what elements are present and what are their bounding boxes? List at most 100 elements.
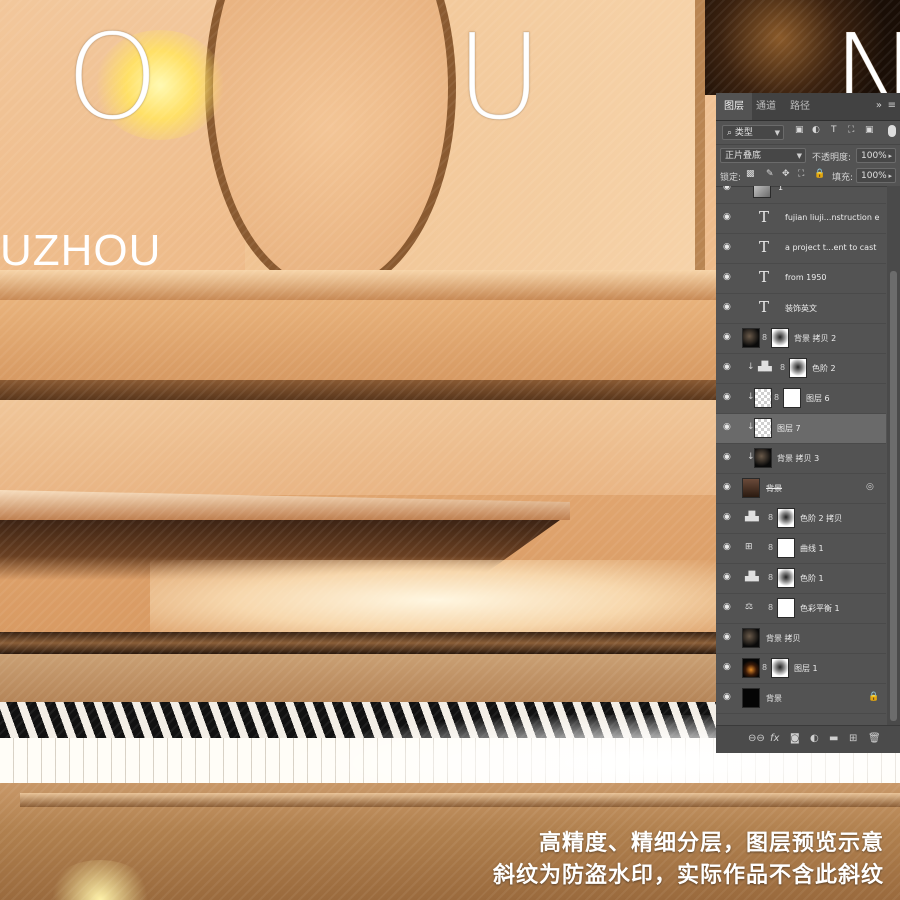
subtitle-text: UZHOU xyxy=(0,226,162,275)
filter-smart-object-icon[interactable]: ▣ xyxy=(865,125,874,135)
trash-icon[interactable]: 🗑 xyxy=(868,733,881,744)
layer-row[interactable]: ◉ ▟▙ 8 色阶 2 拷贝 xyxy=(716,504,886,534)
eye-icon[interactable]: ◉ xyxy=(723,543,734,552)
eye-icon[interactable]: ◉ xyxy=(723,186,734,192)
add-mask-icon[interactable]: ◙ xyxy=(790,733,800,744)
opacity-field[interactable]: 100% ▸ xyxy=(856,148,896,163)
eye-icon[interactable]: ◉ xyxy=(723,453,734,462)
eye-icon[interactable]: ◉ xyxy=(723,363,734,372)
layer-row[interactable]: ◉ 背景 ◎ xyxy=(716,474,886,504)
fx-icon[interactable]: fx xyxy=(868,186,877,187)
filter-pixel-icon[interactable]: ▣ xyxy=(795,125,804,135)
eye-icon[interactable]: ◉ xyxy=(723,243,734,252)
eye-icon[interactable]: ◉ xyxy=(723,333,734,342)
filter-toggle[interactable] xyxy=(888,125,896,137)
fill-field[interactable]: 100% ▸ xyxy=(856,168,896,183)
layer-row[interactable]: ◉ ↓ 背景 拷贝 3 xyxy=(716,444,886,474)
lock-row: 锁定: ▩ ✎ ✥ ⛶ 🔒 填充: 100% ▸ xyxy=(716,166,900,187)
layer-row-text[interactable]: ◉ T a project t...ent to cast xyxy=(716,234,886,264)
layer-row[interactable]: ◉ ↓ ▟▙ 8 色阶 2 xyxy=(716,354,886,384)
chevron-down-icon: ▼ xyxy=(774,129,780,137)
layer-name: a project t...ent to cast xyxy=(785,243,877,252)
fill-label: 填充: xyxy=(832,173,854,183)
layer-thumbnail xyxy=(742,688,760,708)
new-group-icon[interactable]: ▬ xyxy=(829,733,838,744)
eye-icon[interactable]: ◉ xyxy=(723,303,734,312)
lock-icon: 🔒 xyxy=(868,692,880,702)
lock-position-icon[interactable]: ✥ xyxy=(782,169,790,179)
text-layer-icon: T xyxy=(759,208,770,226)
tab-channels[interactable]: 通道 xyxy=(756,93,776,120)
layer-row[interactable]: ◉ 背景 拷贝 xyxy=(716,624,886,654)
tab-paths[interactable]: 路径 xyxy=(790,93,810,120)
chevron-down-icon: ▸ xyxy=(888,152,892,160)
eye-icon[interactable]: ◉ xyxy=(723,633,734,642)
layer-thumbnail xyxy=(753,186,771,198)
smart-filter-icon: ◎ xyxy=(866,482,874,492)
layer-row[interactable]: ◉ ⚖ 8 色彩平衡 1 xyxy=(716,594,886,624)
layer-row-group-1[interactable]: ◉ 1 fx xyxy=(716,186,886,204)
layer-name: 背景 xyxy=(766,484,782,493)
lock-image-icon[interactable]: ✎ xyxy=(766,169,774,179)
layer-name: 1 xyxy=(778,186,784,192)
eye-icon[interactable]: ◉ xyxy=(723,693,734,702)
filter-type-icon[interactable]: T xyxy=(831,125,837,135)
layer-row[interactable]: ◉ ↓ 8 图层 6 xyxy=(716,384,886,414)
layer-mask-thumbnail xyxy=(777,568,795,588)
layer-name: 色阶 1 xyxy=(800,574,824,583)
tab-layers[interactable]: 图层 xyxy=(716,93,752,120)
link-layers-icon[interactable]: ⊖⊖ xyxy=(748,733,765,744)
layer-name: 色彩平衡 1 xyxy=(800,604,840,613)
layer-row-text[interactable]: ◉ T from 1950 xyxy=(716,264,886,294)
layer-name: 装饰英文 xyxy=(785,304,817,313)
layer-row[interactable]: ◉ 8 图层 1 xyxy=(716,654,886,684)
layer-name: 图层 7 xyxy=(777,424,801,433)
lock-transparent-icon[interactable]: ▩ xyxy=(746,169,755,179)
eye-icon[interactable]: ◉ xyxy=(723,573,734,582)
panel-menu-icon[interactable]: ≡ xyxy=(888,100,896,111)
layer-row-text[interactable]: ◉ T 装饰英文 xyxy=(716,294,886,324)
lock-all-icon[interactable]: 🔒 xyxy=(814,169,825,179)
layer-thumbnail xyxy=(742,628,760,648)
layer-row-selected[interactable]: ◉ ↓ 图层 7 xyxy=(716,414,886,444)
title-letter-o: O xyxy=(66,8,160,146)
panel-expand-icon[interactable]: » xyxy=(876,100,882,111)
layer-name: from 1950 xyxy=(785,273,827,282)
filter-kind-label: 类型 xyxy=(734,128,753,138)
chain-link-icon: 8 xyxy=(768,543,774,552)
layer-row-text[interactable]: ◉ T fujian liuji...nstruction e xyxy=(716,204,886,234)
layer-row-background[interactable]: ◉ 背景 🔒 xyxy=(716,684,886,714)
blend-mode-select[interactable]: 正片叠底 ▼ xyxy=(720,148,806,163)
eye-icon[interactable]: ◉ xyxy=(723,483,734,492)
new-layer-icon[interactable]: ⊞ xyxy=(849,733,857,744)
layers-scrollbar[interactable] xyxy=(887,186,900,725)
layer-row[interactable]: ◉ ▟▙ 8 色阶 1 xyxy=(716,564,886,594)
fx-icon[interactable]: fx xyxy=(770,733,779,744)
levels-icon: ▟▙ xyxy=(745,572,759,582)
filter-kind-select[interactable]: ⌕ 类型 ▼ xyxy=(722,125,784,140)
chain-link-icon: 8 xyxy=(768,513,774,522)
blend-mode-label: 正片叠底 xyxy=(725,151,762,161)
adjustment-layer-icon[interactable]: ◐ xyxy=(810,733,819,744)
chain-link-icon: 8 xyxy=(762,663,768,672)
opacity-label: 不透明度: xyxy=(812,153,852,163)
blend-row: 正片叠底 ▼ 不透明度: 100% ▸ xyxy=(716,144,900,167)
layer-row[interactable]: ◉ ⊞ 8 曲线 1 xyxy=(716,534,886,564)
levels-icon: ▟▙ xyxy=(758,362,772,372)
layer-name: 背景 xyxy=(766,694,782,703)
filter-adjustment-icon[interactable]: ◐ xyxy=(812,125,820,135)
filter-shape-icon[interactable]: ⛶ xyxy=(848,125,854,135)
lock-artboard-icon[interactable]: ⛶ xyxy=(798,169,804,179)
layer-mask-thumbnail xyxy=(783,388,801,408)
eye-icon[interactable]: ◉ xyxy=(723,423,734,432)
eye-icon[interactable]: ◉ xyxy=(723,393,734,402)
layer-name: fujian liuji...nstruction e xyxy=(785,213,880,222)
layer-row[interactable]: ◉ 8 背景 拷贝 2 xyxy=(716,324,886,354)
eye-icon[interactable]: ◉ xyxy=(723,663,734,672)
eye-icon[interactable]: ◉ xyxy=(723,213,734,222)
scrollbar-thumb[interactable] xyxy=(890,271,897,721)
eye-icon[interactable]: ◉ xyxy=(723,603,734,612)
eye-icon[interactable]: ◉ xyxy=(723,513,734,522)
layer-name: 色阶 2 xyxy=(812,364,836,373)
eye-icon[interactable]: ◉ xyxy=(723,273,734,282)
